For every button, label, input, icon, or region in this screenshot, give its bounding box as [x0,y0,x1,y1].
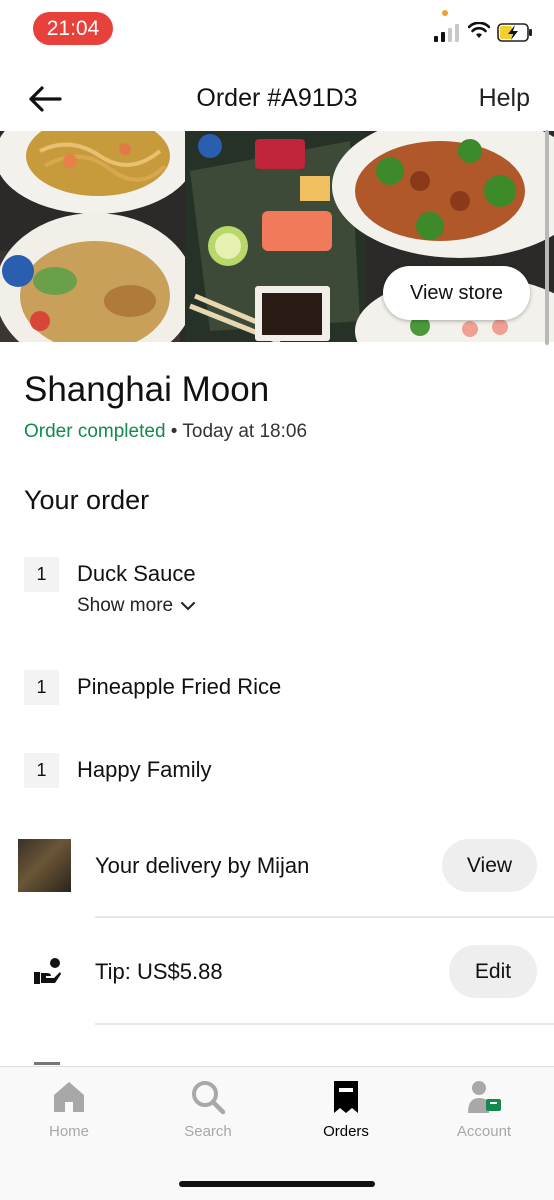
bottom-tab-bar: Home Search Orders Account [0,1066,554,1200]
order-title: Order #A91D3 [196,84,358,112]
show-more-label: Show more [77,595,174,616]
home-indicator[interactable] [179,1181,375,1187]
tip-hand-icon [34,958,61,984]
store-name: Shanghai Moon [24,370,270,409]
tip-amount: Tip: US$5.88 [95,959,223,984]
tab-account[interactable]: Account [424,1079,544,1140]
wifi-icon [468,22,490,38]
delivery-courier-text: Your delivery by Mijan [95,853,310,878]
item-name: Pineapple Fried Rice [77,674,282,699]
item-name: Duck Sauce [77,561,196,586]
search-icon [192,1081,226,1115]
item-quantity: 1 [24,670,59,705]
privacy-indicator-dot [442,10,448,16]
tab-orders-label: Orders [323,1123,369,1140]
receipt-icon [334,1081,358,1113]
home-icon [54,1082,84,1112]
order-header: Order #A91D3 Help [0,60,554,132]
tab-home-label: Home [48,1123,89,1140]
receipt-row-icon [34,1062,60,1065]
show-more-button[interactable]: Show more [77,595,196,617]
tab-search[interactable]: Search [148,1079,268,1140]
scrollbar[interactable] [545,130,549,345]
account-icon [468,1081,501,1113]
item-quantity: 1 [24,557,59,592]
courier-photo [18,839,71,892]
divider [95,1023,554,1025]
chevron-down-icon [181,601,196,610]
order-status: Order completed [24,421,166,442]
edit-tip-button[interactable]: Edit [449,945,537,998]
tab-home[interactable]: Home [9,1079,129,1140]
item-name: Happy Family [77,757,212,782]
divider [95,916,554,918]
order-status-line: Order completed • Today at 18:06 [24,421,307,443]
tab-account-label: Account [456,1123,512,1140]
status-separator: • [170,421,178,442]
tab-orders[interactable]: Orders [286,1079,406,1140]
battery-charging-icon [497,23,532,42]
status-time: 21:04 [33,12,113,45]
status-bar: 21:04 [0,0,554,60]
view-store-button[interactable]: View store [383,266,530,320]
your-order-heading: Your order [24,485,150,515]
tab-search-label: Search [184,1123,232,1140]
item-quantity: 1 [24,753,59,788]
cellular-signal-icon [434,24,459,42]
order-time: Today at 18:06 [182,421,308,442]
view-delivery-button[interactable]: View [442,839,537,892]
help-link[interactable]: Help [479,84,530,113]
